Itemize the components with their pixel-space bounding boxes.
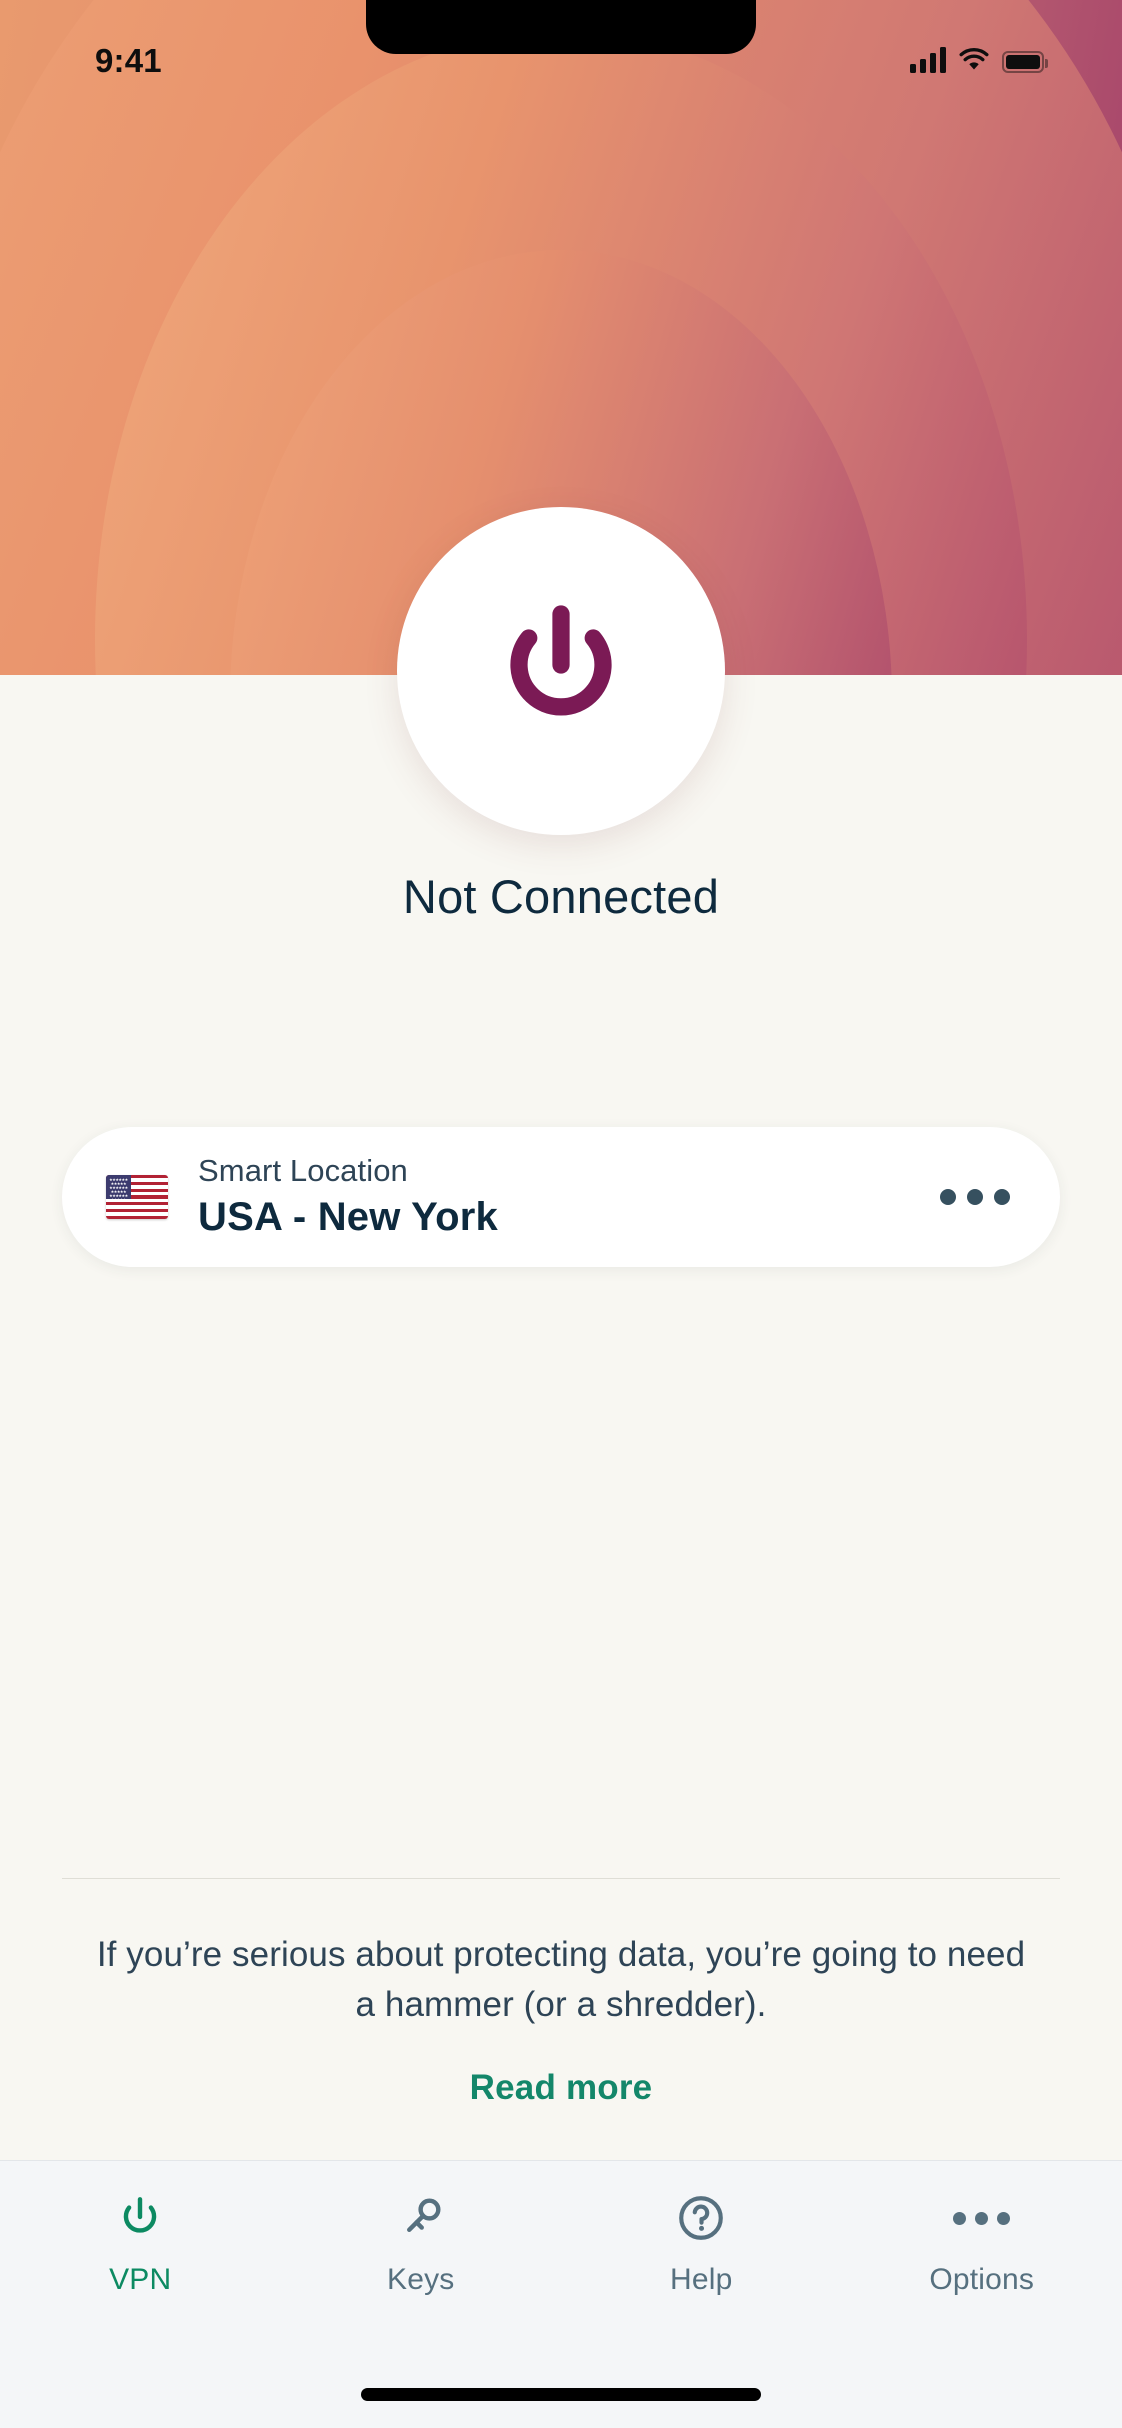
promo-text: If you’re serious about protecting data,…: [96, 1935, 1026, 2024]
ellipsis-icon: [953, 2189, 1011, 2247]
ellipsis-icon: [994, 1189, 1010, 1205]
read-more-link[interactable]: Read more: [0, 2068, 1122, 2108]
selected-location-value: USA - New York: [198, 1195, 498, 1240]
key-icon: [392, 2189, 450, 2247]
tab-vpn[interactable]: VPN: [0, 2189, 281, 2428]
section-divider: [62, 1878, 1060, 1879]
home-indicator[interactable]: [361, 2388, 761, 2401]
ellipsis-icon: [967, 1189, 983, 1205]
connection-status-label: Not Connected: [402, 870, 720, 923]
tab-options[interactable]: Options: [842, 2189, 1122, 2428]
wifi-icon: [959, 47, 989, 73]
power-icon: [510, 605, 612, 716]
tab-label-options: Options: [929, 2263, 1035, 2296]
vpn-power-button[interactable]: [397, 507, 725, 835]
location-options-button[interactable]: [936, 1175, 1014, 1219]
status-bar: 9:41: [0, 0, 1122, 95]
device-notch: [366, 0, 756, 54]
smart-location-label: Smart Location: [198, 1152, 408, 1188]
ellipsis-icon: [940, 1189, 956, 1205]
power-icon: [111, 2189, 169, 2247]
smart-location-card[interactable]: ★★★★★★ ★★★★★ ★★★★★★ ★★★★★ ★★★★★★ ★★★★★ Smart…: [62, 1127, 1060, 1267]
battery-full-icon: [1002, 51, 1048, 73]
usa-flag-icon: ★★★★★★ ★★★★★ ★★★★★★ ★★★★★ ★★★★★★ ★★★★★: [106, 1175, 168, 1219]
status-bar-icons: [910, 45, 1048, 73]
app-screen: 9:41 Not Connected ★★★★★★ ★★★★★ ★★★★★★ ★…: [0, 0, 1122, 2428]
signal-bars-icon: [910, 47, 946, 73]
tab-label-vpn: VPN: [109, 2263, 172, 2296]
tab-label-help: Help: [670, 2263, 733, 2296]
question-circle-icon: [672, 2189, 730, 2247]
tab-label-keys: Keys: [387, 2263, 455, 2296]
status-bar-time: 9:41: [95, 42, 162, 79]
location-text-group: Smart Location USA - New York: [198, 1152, 936, 1243]
